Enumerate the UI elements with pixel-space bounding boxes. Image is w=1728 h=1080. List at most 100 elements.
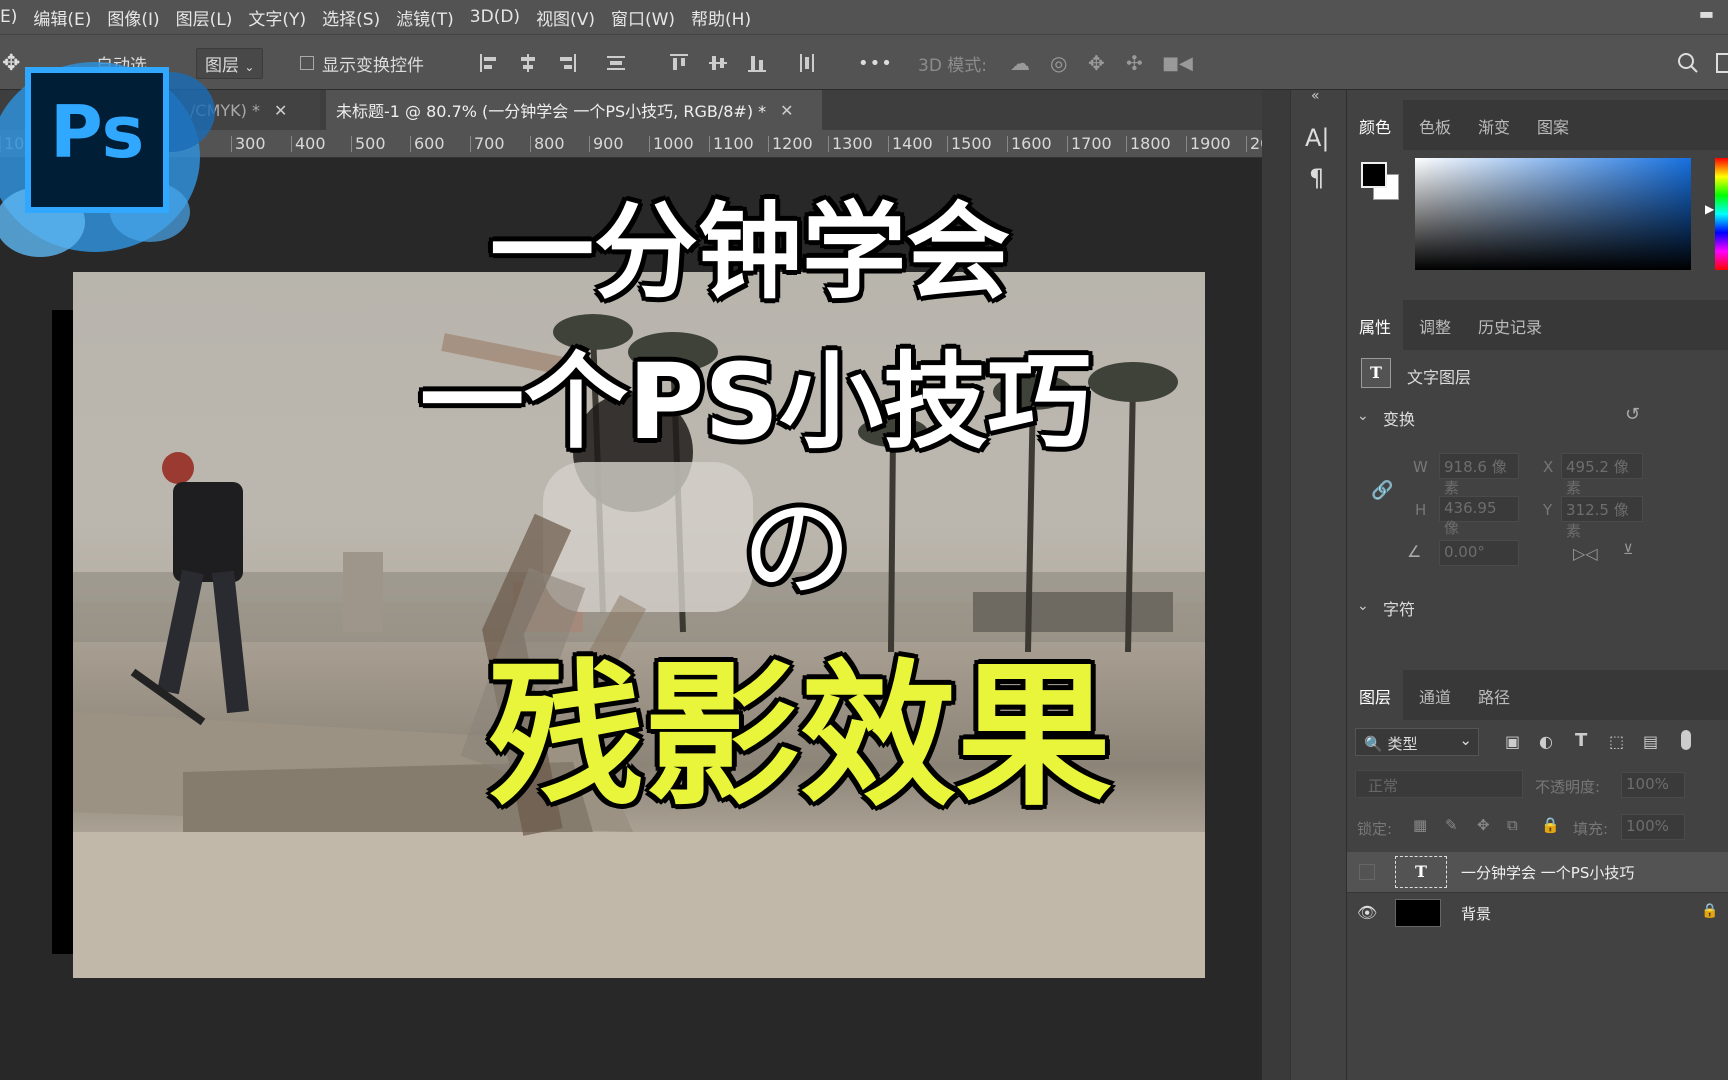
angle-field[interactable]: 0.00° bbox=[1439, 540, 1519, 566]
filter-pixel-icon[interactable]: ▣ bbox=[1505, 732, 1520, 751]
menu-item-window[interactable]: 窗口(W) bbox=[603, 5, 683, 30]
menu-item-select[interactable]: 选择(S) bbox=[314, 5, 388, 30]
ruler-tick: 500 bbox=[351, 136, 386, 152]
roll-3d-icon[interactable]: ◎ bbox=[1050, 35, 1067, 91]
reset-icon[interactable]: ↺ bbox=[1625, 404, 1640, 425]
layer-row-background[interactable]: 👁 背景 🔒 bbox=[1347, 892, 1728, 932]
camera-3d-icon[interactable]: ■◀ bbox=[1162, 35, 1193, 91]
link-icon[interactable]: 🔗 bbox=[1371, 480, 1393, 501]
menu-item-type[interactable]: 文字(Y) bbox=[240, 5, 314, 30]
lock-brush-icon[interactable]: ✎ bbox=[1445, 816, 1458, 834]
filter-toggle[interactable] bbox=[1681, 730, 1691, 750]
paragraph-panel-icon[interactable]: ¶ bbox=[1309, 164, 1324, 192]
transform-section-title[interactable]: 变换 bbox=[1383, 406, 1415, 430]
fill-field[interactable]: 100% bbox=[1621, 814, 1685, 840]
lock-artboard-icon[interactable]: ⧉ bbox=[1507, 816, 1518, 834]
character-section-title[interactable]: 字符 bbox=[1383, 596, 1415, 620]
tab-adjustments[interactable]: 调整 bbox=[1419, 314, 1451, 338]
ruler-tick: 700 bbox=[470, 136, 505, 152]
opacity-field[interactable]: 100% bbox=[1621, 772, 1685, 798]
color-picker-field[interactable] bbox=[1415, 158, 1691, 270]
3d-mode-label: 3D 模式: bbox=[918, 55, 988, 76]
options-bar: ✥ 自动选 图层 ⌄ 显示变换控件 ••• 3D 模式: ☁ ◎ ✥ ✣ ■◀ bbox=[0, 34, 1728, 90]
layer-name[interactable]: 背景 bbox=[1461, 903, 1491, 924]
close-icon[interactable]: ✕ bbox=[274, 101, 287, 120]
align-right-icon[interactable] bbox=[556, 35, 578, 91]
tab-patterns[interactable]: 图案 bbox=[1537, 114, 1569, 138]
type-layer-label: 文字图层 bbox=[1407, 368, 1472, 387]
collapse-icon[interactable]: « bbox=[1311, 88, 1320, 104]
layer-filter-dropdown[interactable]: 🔍 类型 ⌄ bbox=[1355, 728, 1479, 756]
tab-color[interactable]: 颜色 bbox=[1359, 114, 1391, 138]
canvas-area[interactable]: 一分钟学会 一个PS小技巧 の 残影效果 bbox=[0, 158, 1262, 1080]
show-transform-label: 显示变换控件 bbox=[322, 55, 424, 76]
slide-3d-icon[interactable]: ✣ bbox=[1126, 35, 1143, 91]
width-field[interactable]: 918.6 像素 bbox=[1439, 453, 1519, 497]
tab-gradients[interactable]: 渐变 bbox=[1478, 114, 1510, 138]
flip-horizontal-icon[interactable]: ▷◁ bbox=[1573, 544, 1598, 563]
y-field[interactable]: 312.5 像素 bbox=[1561, 496, 1643, 540]
lock-pixels-icon[interactable]: ▦ bbox=[1413, 816, 1427, 834]
color-panel-tabs: 颜色 色板 渐变 图案 bbox=[1347, 100, 1728, 150]
visibility-toggle[interactable] bbox=[1359, 864, 1375, 880]
more-options-button[interactable]: ••• bbox=[858, 35, 893, 91]
tab-document-2[interactable]: 未标题-1 @ 80.7% (一分钟学会 一个PS小技巧, RGB/8#) * ✕ bbox=[326, 90, 822, 130]
tab-paths[interactable]: 路径 bbox=[1478, 684, 1510, 708]
title-line-2: 一个PS小技巧 bbox=[420, 341, 1092, 463]
menu-item-image[interactable]: 图像(I) bbox=[99, 5, 167, 30]
menu-item-layer[interactable]: 图层(L) bbox=[168, 5, 241, 30]
chevron-down-icon[interactable]: ⌄ bbox=[1357, 598, 1369, 614]
distribute-icon[interactable] bbox=[605, 35, 627, 91]
minimize-icon[interactable]: ▬ bbox=[1699, 4, 1714, 23]
title-line-1: 一分钟学会 bbox=[490, 191, 1011, 313]
menu-item-3d[interactable]: 3D(D) bbox=[462, 7, 528, 27]
lock-all-icon[interactable]: 🔒 bbox=[1541, 816, 1560, 834]
menu-item-edit[interactable]: 编辑(E) bbox=[25, 5, 99, 30]
menu-item-file[interactable]: E) bbox=[0, 7, 25, 27]
close-icon[interactable]: ✕ bbox=[780, 101, 793, 120]
layer-name[interactable]: 一分钟学会 一个PS小技巧 bbox=[1461, 862, 1634, 883]
tab-history[interactable]: 历史记录 bbox=[1478, 314, 1542, 338]
filter-type-icon[interactable]: T bbox=[1575, 730, 1587, 751]
lock-position-icon[interactable]: ✥ bbox=[1477, 816, 1490, 834]
menu-item-filter[interactable]: 滤镜(T) bbox=[388, 5, 462, 30]
tab-swatches[interactable]: 色板 bbox=[1419, 114, 1451, 138]
distribute-vertical-icon[interactable] bbox=[796, 35, 818, 91]
align-middle-icon[interactable] bbox=[707, 35, 729, 91]
menu-item-view[interactable]: 视图(V) bbox=[528, 5, 603, 30]
align-bottom-icon[interactable] bbox=[746, 35, 768, 91]
character-panel-icon[interactable]: A| bbox=[1305, 124, 1330, 152]
workspace-icon[interactable] bbox=[1716, 35, 1728, 91]
x-field[interactable]: 495.2 像素 bbox=[1561, 453, 1643, 497]
fill-label: 填充: bbox=[1573, 820, 1609, 838]
filter-adjustment-icon[interactable]: ◐ bbox=[1539, 732, 1553, 751]
x-label: X bbox=[1543, 458, 1554, 476]
layer-row-text[interactable]: T 一分钟学会 一个PS小技巧 bbox=[1347, 852, 1728, 892]
ps-logo-text: Ps bbox=[50, 90, 145, 174]
hue-slider[interactable] bbox=[1715, 158, 1728, 270]
show-transform-checkbox[interactable] bbox=[300, 56, 314, 70]
layer-filter-value: 类型 bbox=[1387, 735, 1418, 753]
tab-layers[interactable]: 图层 bbox=[1359, 684, 1391, 708]
tab-channels[interactable]: 通道 bbox=[1419, 684, 1451, 708]
orbit-3d-icon[interactable]: ☁ bbox=[1010, 35, 1030, 91]
hue-slider-handle[interactable]: ▶ bbox=[1705, 202, 1714, 216]
align-top-icon[interactable] bbox=[668, 35, 690, 91]
pan-3d-icon[interactable]: ✥ bbox=[1088, 35, 1105, 91]
opacity-label: 不透明度: bbox=[1535, 778, 1601, 796]
blend-mode-dropdown[interactable]: 正常 bbox=[1355, 770, 1523, 798]
align-center-icon[interactable] bbox=[517, 35, 539, 91]
height-field[interactable]: 436.95 像 bbox=[1439, 496, 1519, 537]
eye-icon[interactable]: 👁 bbox=[1357, 903, 1377, 922]
chevron-down-icon[interactable]: ⌄ bbox=[1357, 408, 1369, 424]
filter-smart-object-icon[interactable]: ▤ bbox=[1643, 732, 1658, 751]
canvas-scrollbar[interactable] bbox=[1262, 90, 1290, 1080]
search-icon[interactable] bbox=[1676, 35, 1700, 91]
ruler-tick: 1900 bbox=[1186, 136, 1231, 152]
tab-properties[interactable]: 属性 bbox=[1359, 314, 1391, 338]
foreground-color-swatch[interactable] bbox=[1361, 162, 1387, 188]
flip-vertical-icon[interactable]: ⊻ bbox=[1623, 542, 1633, 558]
filter-shape-icon[interactable]: ⬚ bbox=[1609, 732, 1624, 751]
align-left-icon[interactable] bbox=[478, 35, 500, 91]
menu-item-help[interactable]: 帮助(H) bbox=[683, 5, 759, 30]
